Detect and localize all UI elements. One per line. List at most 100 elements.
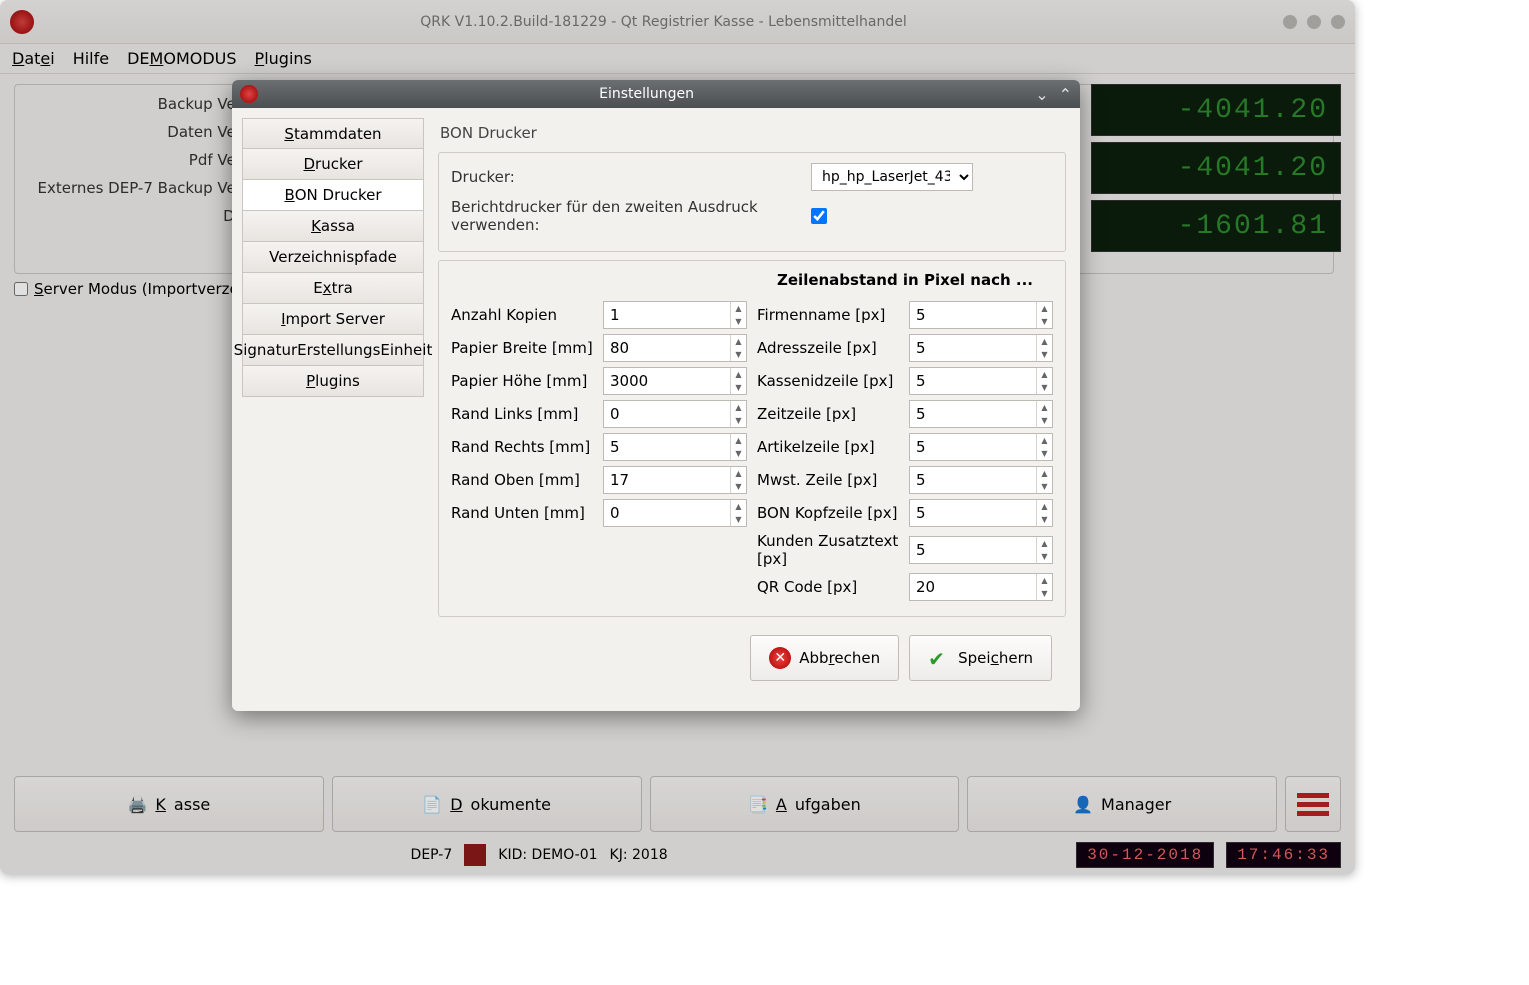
menu-plugins[interactable]: Plugins [255,49,312,68]
rand-oben-mm-spinbox[interactable]: ▲▼ [603,466,747,494]
spin-up-icon[interactable]: ▲ [731,434,746,447]
settings-dialog: Einstellungen ⌄ ⌃ Stammdaten Drucker BON… [232,80,1080,711]
artikelzeile-px-input[interactable] [910,438,1030,456]
dokumente-button[interactable]: 📄 Dokumente [332,776,642,832]
label-dep7: Externes DEP-7 Backup Verze [29,179,259,197]
qr-code-px-input[interactable] [910,578,1030,596]
tab-drucker[interactable]: Drucker [242,149,424,180]
spin-down-icon[interactable]: ▼ [1037,480,1052,493]
tab-kassa[interactable]: Kassa [242,211,424,242]
papier-h-he-mm-spinbox[interactable]: ▲▼ [603,367,747,395]
rand-unten-mm-input[interactable] [604,504,724,522]
spin-up-icon[interactable]: ▲ [1037,467,1052,480]
spin-down-icon[interactable]: ▼ [731,348,746,361]
spin-up-icon[interactable]: ▲ [1037,537,1052,550]
spin-up-icon[interactable]: ▲ [1037,434,1052,447]
report-printer-checkbox[interactable] [811,208,827,224]
min-button[interactable] [1283,15,1297,29]
tab-plugins[interactable]: Plugins [242,366,424,397]
kassenidzeile-px-spinbox[interactable]: ▲▼ [909,367,1053,395]
label-backup: Backup Verze [29,95,259,113]
manager-button[interactable]: 👤 Manager [967,776,1277,832]
cancel-button[interactable]: ✕ Abbrechen [750,635,899,681]
rand-oben-mm-input[interactable] [604,471,724,489]
lcd-column: -4041.20 -4041.20 -1601.81 [1091,84,1341,258]
tab-extra[interactable]: Extra [242,273,424,304]
tab-stammdaten[interactable]: Stammdaten [242,118,424,149]
spin-down-icon[interactable]: ▼ [731,513,746,526]
spin-up-icon[interactable]: ▲ [731,335,746,348]
rand-rechts-mm-spinbox[interactable]: ▲▼ [603,433,747,461]
spin-up-icon[interactable]: ▲ [1037,500,1052,513]
tab-verzeichnispfade[interactable]: Verzeichnispfade [242,242,424,273]
spin-up-icon[interactable]: ▲ [731,368,746,381]
menu-hilfe[interactable]: Hilfe [73,49,109,68]
kunden-zusatztext-px-input[interactable] [910,541,1030,559]
kasse-button[interactable]: 🖨️ Kasse [14,776,324,832]
mwst-zeile-px-input[interactable] [910,471,1030,489]
save-button[interactable]: ✔ Speichern [909,635,1052,681]
max-button[interactable] [1307,15,1321,29]
kunden-zusatztext-px-spinbox[interactable]: ▲▼ [909,536,1053,564]
zeitzeile-px-input[interactable] [910,405,1030,423]
papier-breite-mm-input[interactable] [604,339,724,357]
tab-signatur[interactable]: SignaturErstellungsEinheit [242,335,424,366]
tab-import-server[interactable]: Import Server [242,304,424,335]
rand-unten-mm-spinbox[interactable]: ▲▼ [603,499,747,527]
firmenname-px-input[interactable] [910,306,1030,324]
printer-select[interactable]: hp_hp_LaserJet_4350 [811,163,973,191]
spin-down-icon[interactable]: ▼ [1037,587,1052,600]
spin-up-icon[interactable]: ▲ [731,401,746,414]
close-button[interactable] [1331,15,1345,29]
spin-down-icon[interactable]: ▼ [1037,513,1052,526]
spin-up-icon[interactable]: ▲ [1037,368,1052,381]
aufgaben-button[interactable]: 📑 Aufgaben [650,776,960,832]
hamburger-menu-button[interactable] [1285,776,1341,832]
status-bar: DEP-7 KID: DEMO-01 KJ: 2018 30-12-2018 1… [14,842,1341,868]
mwst-zeile-px-spinbox[interactable]: ▲▼ [909,466,1053,494]
adresszeile-px-spinbox[interactable]: ▲▼ [909,334,1053,362]
bon-kopfzeile-px-spinbox[interactable]: ▲▼ [909,499,1053,527]
spin-down-icon[interactable]: ▼ [731,414,746,427]
spin-down-icon[interactable]: ▼ [731,315,746,328]
zeitzeile-px-spinbox[interactable]: ▲▼ [909,400,1053,428]
rand-links-mm-input[interactable] [604,405,724,423]
tab-bon-drucker[interactable]: BON Drucker [242,180,424,211]
adresszeile-px-input[interactable] [910,339,1030,357]
spin-up-icon[interactable]: ▲ [1037,574,1052,587]
firmenname-px-spinbox[interactable]: ▲▼ [909,301,1053,329]
bon-kopfzeile-px-input[interactable] [910,504,1030,522]
label-date: Date [29,207,259,225]
spin-up-icon[interactable]: ▲ [1037,302,1052,315]
spin-down-icon[interactable]: ▼ [1037,348,1052,361]
spin-up-icon[interactable]: ▲ [731,500,746,513]
spin-down-icon[interactable]: ▼ [1037,315,1052,328]
dialog-min-icon[interactable]: ⌄ [1035,85,1048,104]
papier-h-he-mm-input[interactable] [604,372,724,390]
rand-rechts-mm-input[interactable] [604,438,724,456]
dialog-max-icon[interactable]: ⌃ [1059,85,1072,104]
spin-down-icon[interactable]: ▼ [731,447,746,460]
spin-down-icon[interactable]: ▼ [731,480,746,493]
spin-up-icon[interactable]: ▲ [731,467,746,480]
spin-down-icon[interactable]: ▼ [731,381,746,394]
spin-down-icon[interactable]: ▼ [1037,550,1052,563]
spin-up-icon[interactable]: ▲ [1037,335,1052,348]
dialog-logo-icon [240,85,258,103]
spin-down-icon[interactable]: ▼ [1037,381,1052,394]
adresszeile-px-label: Adresszeile [px] [757,339,909,357]
kassenidzeile-px-input[interactable] [910,372,1030,390]
spin-up-icon[interactable]: ▲ [731,302,746,315]
artikelzeile-px-spinbox[interactable]: ▲▼ [909,433,1053,461]
menu-datei[interactable]: Datei [12,49,55,68]
anzahl-kopien-spinbox[interactable]: ▲▼ [603,301,747,329]
server-modus-checkbox[interactable] [14,282,28,296]
rand-links-mm-spinbox[interactable]: ▲▼ [603,400,747,428]
papier-breite-mm-spinbox[interactable]: ▲▼ [603,334,747,362]
spin-down-icon[interactable]: ▼ [1037,447,1052,460]
spin-down-icon[interactable]: ▼ [1037,414,1052,427]
spin-up-icon[interactable]: ▲ [1037,401,1052,414]
qr-code-px-spinbox[interactable]: ▲▼ [909,573,1053,601]
menu-demomodus[interactable]: DEMOMODUS [127,49,236,68]
anzahl-kopien-input[interactable] [604,306,724,324]
